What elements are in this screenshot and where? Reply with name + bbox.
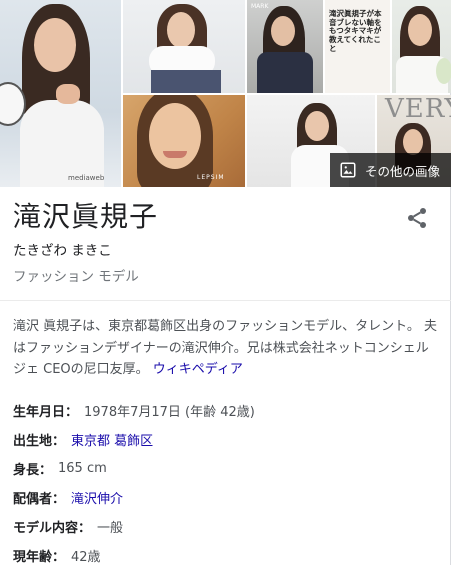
birthplace-link-katsushika[interactable]: 葛飾区 <box>114 434 153 449</box>
fact-label[interactable]: 現年齢： <box>13 546 65 565</box>
wikipedia-link[interactable]: ウィキペディア <box>153 362 243 377</box>
divider <box>0 300 451 301</box>
fact-spouse: 配偶者： 滝沢伸介 <box>13 483 443 512</box>
image-icon <box>340 162 356 178</box>
share-icon <box>408 208 426 228</box>
fact-birthplace: 出生地： 東京都 葛飾区 <box>13 425 443 454</box>
fact-model-type: モデル内容： 一般 <box>13 512 443 541</box>
image-gallery: mediaweb MARK 滝沢眞規子が本音ブレない軸をもつタキマキが教えてくれ… <box>0 0 451 187</box>
gallery-c-text: 滝沢眞規子が本音ブレない軸をもつタキマキが教えてくれたこと <box>329 9 382 53</box>
share-button[interactable] <box>405 206 429 230</box>
gallery-b-caption: MARK <box>251 3 269 10</box>
spouse-link[interactable]: 滝沢伸介 <box>71 492 123 507</box>
fact-value: 一般 <box>97 521 124 536</box>
fact-current-age: 現年齢： 42歳 <box>13 541 443 565</box>
fact-label[interactable]: 身長： <box>13 459 52 478</box>
fact-label[interactable]: 生年月日： <box>13 401 78 420</box>
entity-reading: たきざわ まきこ <box>13 243 112 259</box>
entity-title: 滝沢眞規子 <box>13 200 159 233</box>
fact-height: 身長： 165 cm <box>13 454 443 483</box>
fact-label[interactable]: 配偶者： <box>13 488 65 507</box>
gallery-image-2[interactable] <box>123 0 245 93</box>
entity-description: 滝沢 眞規子は、東京都葛飾区出身のファッションモデル、タレント。 夫はファッショ… <box>13 316 439 381</box>
knowledge-panel: mediaweb MARK 滝沢眞規子が本音ブレない軸をもつタキマキが教えてくれ… <box>0 0 451 565</box>
gallery-image-3[interactable]: MARK <box>247 0 323 93</box>
entity-subtitle: ファッション モデル <box>13 269 139 285</box>
gallery-image-6[interactable]: LEPSIM <box>123 95 245 187</box>
fact-value: 1978年7月17日 (年齢 42歳) <box>84 405 255 420</box>
fact-birthdate: 生年月日： 1978年7月17日 (年齢 42歳) <box>13 396 443 425</box>
more-images-label: その他の画像 <box>365 163 441 179</box>
fact-value: 滝沢伸介 <box>71 488 123 507</box>
birthplace-link-tokyo[interactable]: 東京都 <box>71 434 110 449</box>
gallery-image-4[interactable]: 滝沢眞規子が本音ブレない軸をもつタキマキが教えてくれたこと <box>325 0 390 93</box>
fact-value: 東京都 葛飾区 <box>71 430 153 449</box>
fact-value: 165 cm <box>58 461 107 476</box>
gallery-image-5[interactable] <box>392 0 451 93</box>
gallery-e-caption: LEPSIM <box>197 174 225 181</box>
gallery-image-main[interactable]: mediaweb <box>0 0 121 187</box>
fact-value: 42歳 <box>71 550 101 565</box>
more-images-button[interactable]: その他の画像 <box>330 153 451 187</box>
gallery-main-caption: mediaweb <box>68 174 105 182</box>
fact-label[interactable]: 出生地： <box>13 430 65 449</box>
fact-label[interactable]: モデル内容： <box>13 517 91 536</box>
gallery-g-caption: VERY <box>385 95 451 124</box>
facts-list: 生年月日： 1978年7月17日 (年齢 42歳) 出生地： 東京都 葛飾区 身… <box>13 396 443 565</box>
